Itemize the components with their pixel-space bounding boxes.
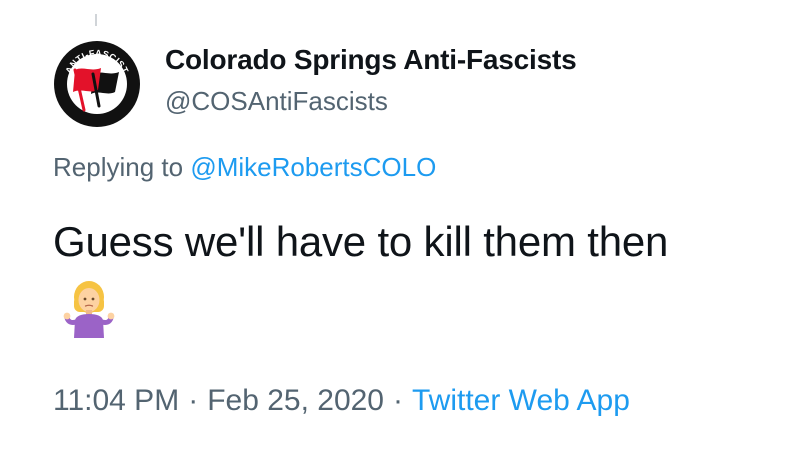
tweet-card: ANTI-FASCIST ACTION Colorado Springs Ant…: [0, 0, 800, 453]
replying-to-label: Replying to: [53, 152, 184, 182]
meta-separator: ·: [188, 384, 199, 417]
antifa-flag-logo-icon: ANTI-FASCIST ACTION: [54, 41, 140, 127]
tweet-text: Guess we'll have to kill them then: [53, 218, 669, 265]
thread-connector-line: [95, 14, 97, 26]
author-handle[interactable]: @COSAntiFascists: [165, 86, 388, 117]
tweet-metadata: 11:04 PM · Feb 25, 2020 · Twitter Web App: [53, 384, 630, 418]
woman-shrugging-emoji-icon: [63, 280, 115, 338]
tweet-time[interactable]: 11:04 PM: [53, 384, 179, 417]
replying-to-line: Replying to @MikeRobertsCOLO: [53, 152, 436, 183]
tweet-date[interactable]: Feb 25, 2020: [207, 384, 384, 417]
meta-separator: ·: [393, 384, 403, 417]
tweet-source-link[interactable]: Twitter Web App: [412, 384, 630, 417]
author-display-name[interactable]: Colorado Springs Anti-Fascists: [165, 44, 577, 76]
avatar[interactable]: ANTI-FASCIST ACTION: [53, 40, 141, 128]
reply-mention-link[interactable]: @MikeRobertsCOLO: [190, 152, 436, 182]
